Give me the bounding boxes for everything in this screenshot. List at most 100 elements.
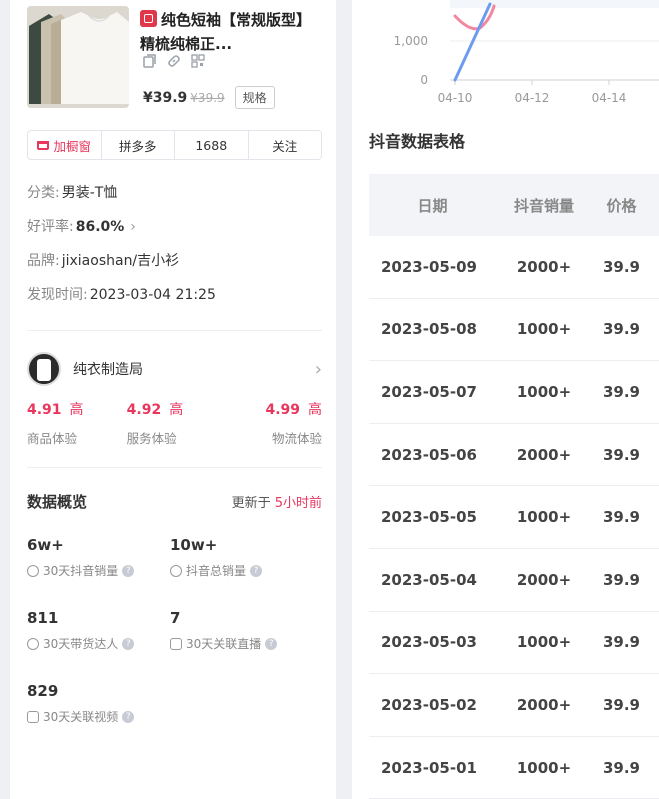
x-tick-label: 04-10 <box>438 91 473 105</box>
cell-price: 39.9 <box>602 570 640 589</box>
cell-sales: 1000+ <box>516 508 572 527</box>
cell-date: 2023-05-02 <box>381 695 477 714</box>
y-tick-label: 0 <box>420 73 428 87</box>
stat-value: 829 <box>27 682 59 700</box>
help-icon[interactable]: ? <box>265 637 278 650</box>
cell-price: 39.9 <box>602 257 640 276</box>
cell-date: 2023-05-06 <box>381 445 477 464</box>
category-value: 男装-T恤 <box>61 185 118 201</box>
header-price: 价格 <box>606 196 637 215</box>
link-icon[interactable] <box>167 54 181 72</box>
stat-label: 30天关联直播 <box>186 637 262 651</box>
shop-name: 纯衣制造局 <box>73 362 143 378</box>
add-to-window-button[interactable]: 加橱窗 <box>28 131 102 159</box>
table-header: 日期 抖音销量 价格 <box>369 174 659 236</box>
rating-row[interactable]: 好评率: 86.0% › <box>27 210 322 244</box>
cell-price: 39.9 <box>602 382 640 401</box>
stat-label: 30天带货达人 <box>43 637 119 651</box>
y-tick-label: 1,000 <box>394 34 428 48</box>
shop-row[interactable]: 纯衣制造局 › <box>27 349 322 389</box>
score-value: 4.92 <box>126 402 162 418</box>
overview-title: 数据概览 <box>27 492 88 511</box>
follow-button[interactable]: 关注 <box>249 131 322 159</box>
price-line: ¥39.9 ¥39.9 规格 <box>143 86 275 109</box>
cell-sales: 1000+ <box>516 382 572 401</box>
ali1688-button[interactable]: 1688 <box>175 131 249 159</box>
cell-date: 2023-05-01 <box>381 758 477 777</box>
stat-label: 30天关联视频 <box>43 710 119 724</box>
rating-label: 好评率: <box>27 219 74 235</box>
chart-plot-bg <box>450 0 659 8</box>
original-price: ¥39.9 <box>190 90 225 105</box>
cell-date: 2023-05-05 <box>381 508 477 527</box>
cell-date: 2023-05-08 <box>381 320 477 339</box>
cell-sales: 1000+ <box>516 633 572 652</box>
cell-sales: 2000+ <box>516 445 572 464</box>
chevron-right-icon: › <box>130 219 136 235</box>
qr-icon[interactable] <box>191 54 205 72</box>
found-time-label: 发现时间: <box>27 287 88 303</box>
table-title: 抖音数据表格 <box>369 132 466 151</box>
shop-avatar <box>27 352 61 386</box>
table-row: 2023-05-03 1000+ 39.9 <box>369 612 659 675</box>
cell-date: 2023-05-07 <box>381 382 477 401</box>
shop-scores: 4.91 高 商品体验 4.92 高 服务体验 4.99 高 物流体验 <box>27 399 322 447</box>
product-image[interactable] <box>27 6 129 108</box>
coin-icon <box>27 564 39 577</box>
product-title[interactable]: 纯色短袖【常规版型】精梳纯棉正... <box>140 8 310 56</box>
category-label: 分类: <box>27 185 60 201</box>
series-line-blue <box>453 2 492 82</box>
cell-price: 39.9 <box>602 320 640 339</box>
brand-value: jixiaoshan/吉小衫 <box>61 253 180 269</box>
table-row: 2023-05-07 1000+ 39.9 <box>369 361 659 424</box>
score-label: 商品体验 <box>27 431 78 446</box>
live-icon <box>170 637 182 650</box>
product-tools <box>143 54 205 72</box>
stat-label: 抖音总销量 <box>186 564 247 578</box>
stat-total-sales: 10w+ 抖音总销量? <box>170 536 313 609</box>
overview-stats: 6w+ 30天抖音销量? 10w+ 抖音总销量? 811 30天带货达人? 7 … <box>27 536 322 755</box>
x-tick-label: 04-14 <box>592 91 627 105</box>
chevron-right-icon: › <box>314 358 322 380</box>
coin-icon <box>170 564 182 577</box>
stat-value: 811 <box>27 609 59 627</box>
help-icon[interactable]: ? <box>122 710 135 723</box>
video-icon <box>27 710 39 723</box>
help-icon[interactable]: ? <box>122 637 135 650</box>
spec-button[interactable]: 规格 <box>234 86 275 109</box>
updated-prefix: 更新于 <box>231 495 271 511</box>
stat-30d-influencers: 811 30天带货达人? <box>27 609 170 682</box>
cell-sales: 1000+ <box>516 758 572 777</box>
help-icon[interactable]: ? <box>122 564 135 577</box>
brand-label: 品牌: <box>27 253 60 269</box>
product-header: 纯色短袖【常规版型】精梳纯棉正... ¥39.9 ¥39.9 规格 <box>27 0 322 118</box>
stat-label: 30天抖音销量 <box>43 564 119 578</box>
score-product: 4.91 高 商品体验 <box>27 399 125 447</box>
action-bar: 加橱窗 拼多多 1688 关注 <box>27 130 322 160</box>
score-label: 服务体验 <box>126 431 177 446</box>
x-tick-label: 04-12 <box>515 91 550 105</box>
table-row: 2023-05-02 2000+ 39.9 <box>369 674 659 737</box>
help-icon[interactable]: ? <box>250 564 263 577</box>
found-time-value: 2023-03-04 21:25 <box>89 287 216 303</box>
cell-date: 2023-05-09 <box>381 257 477 276</box>
pdd-button[interactable]: 拼多多 <box>102 131 175 159</box>
score-level: 高 <box>69 402 84 418</box>
updated-value: 5小时前 <box>274 495 322 511</box>
product-meta: 分类: 男装-T恤 好评率: 86.0% › 品牌: jixiaoshan/吉小衫 发现… <box>27 176 322 312</box>
sales-chart: 0 1,000 04-10 04-12 04-14 <box>394 0 659 105</box>
copy-icon[interactable] <box>143 54 157 72</box>
cart-icon <box>37 140 50 150</box>
table-row: 2023-05-01 1000+ 39.9 <box>369 737 659 799</box>
influencer-icon <box>27 637 39 650</box>
stat-30d-sales: 6w+ 30天抖音销量? <box>27 536 170 609</box>
brand-row: 品牌: jixiaoshan/吉小衫 <box>27 244 322 278</box>
cell-date: 2023-05-03 <box>381 633 477 652</box>
cell-sales: 1000+ <box>516 320 572 339</box>
table-body: 2023-05-09 2000+ 39.9 2023-05-08 1000+ 39.9 20… <box>369 236 659 799</box>
score-value: 4.91 <box>27 402 62 418</box>
score-label: 物流体验 <box>272 431 323 446</box>
overview-header: 数据概览 更新于 5小时前 <box>27 488 322 514</box>
cell-sales: 2000+ <box>516 570 572 589</box>
header-sales: 抖音销量 <box>513 196 574 215</box>
